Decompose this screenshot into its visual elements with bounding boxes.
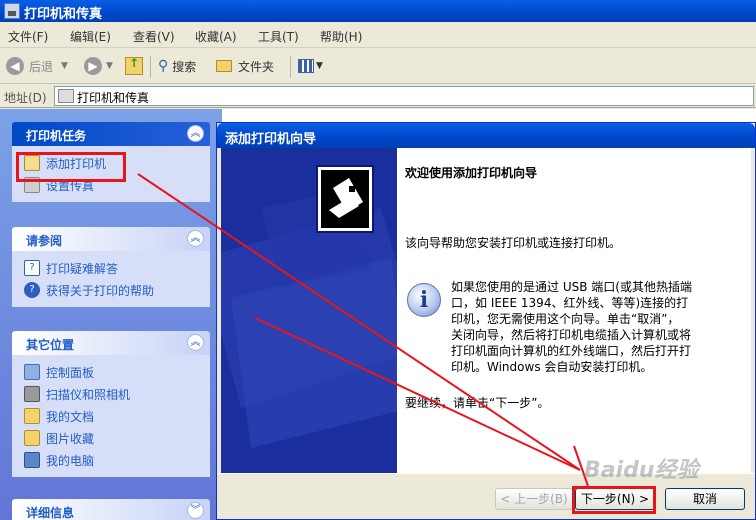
annotation-arrow <box>254 317 581 471</box>
baidu-watermark: Baidu经验 <box>584 458 699 483</box>
annotation-overlay <box>137 173 589 487</box>
annotation-arrow <box>137 173 581 471</box>
highlight-box-next <box>572 486 656 514</box>
highlight-box-add-printer <box>16 152 126 182</box>
